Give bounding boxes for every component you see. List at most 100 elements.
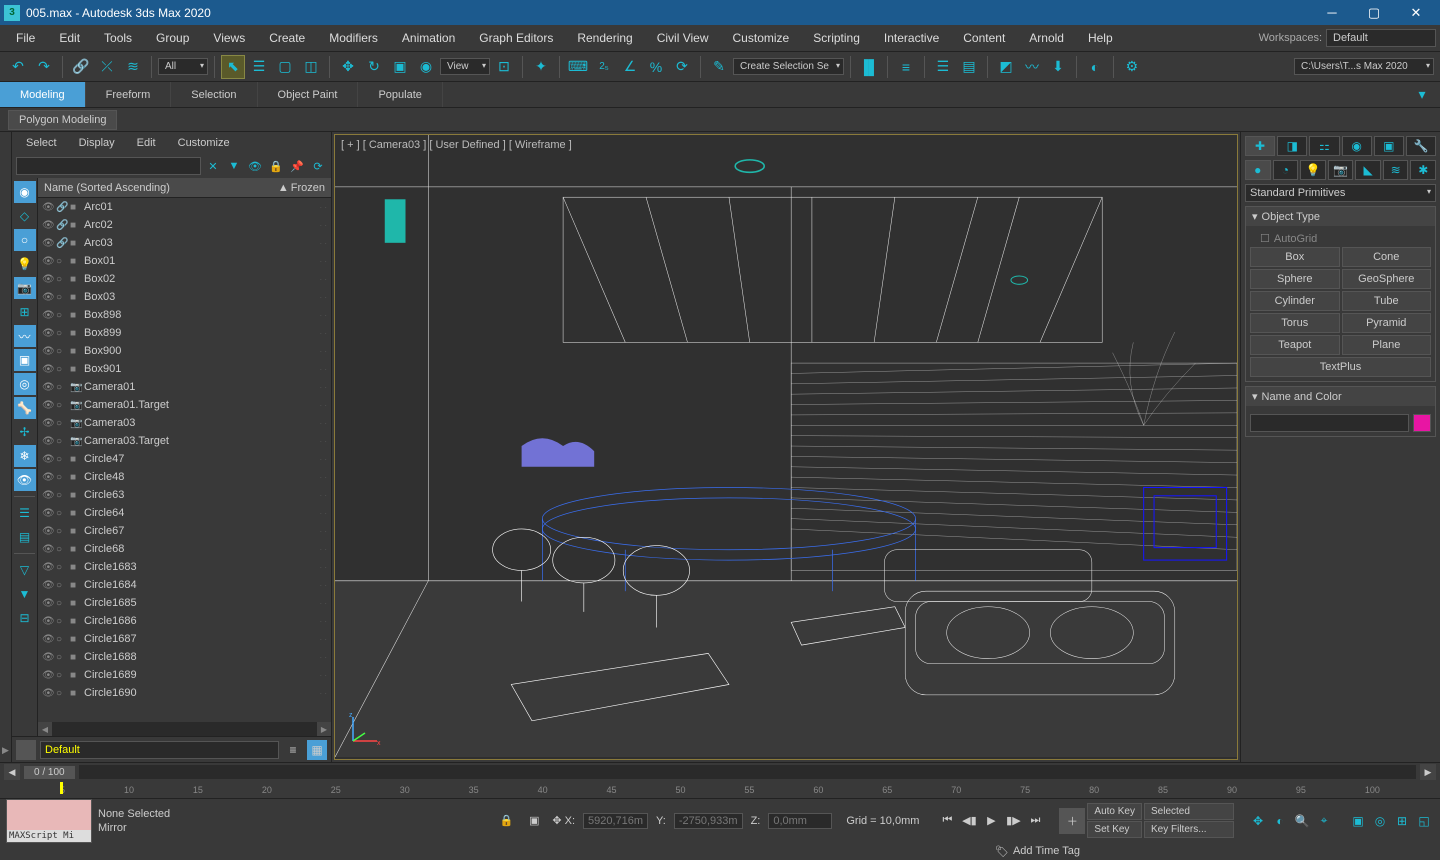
scene-item[interactable]: 👁○■Circle1689· · <box>38 666 331 684</box>
collapse-icon[interactable]: ⊟ <box>14 607 36 629</box>
coord-z[interactable]: 0,0mm <box>768 813 832 829</box>
frozen-column-header[interactable]: Frozen <box>291 182 325 194</box>
object-name-input[interactable] <box>1250 414 1409 432</box>
scene-item[interactable]: 👁○■Box03· · <box>38 288 331 306</box>
helpers-cat-icon[interactable]: ◣ <box>1355 160 1381 180</box>
lock-selection-icon[interactable]: 🔒 <box>496 811 516 831</box>
next-frame-icon[interactable]: ▶ <box>1420 764 1436 780</box>
scene-item[interactable]: 👁○■Box898· · <box>38 306 331 324</box>
undo-icon[interactable]: ↶ <box>6 55 30 79</box>
project-path-dropdown[interactable]: C:\Users\T...s Max 2020 <box>1294 58 1434 75</box>
scene-item[interactable]: 👁🔗■Arc02· · <box>38 216 331 234</box>
lights-cat-icon[interactable]: 💡 <box>1300 160 1326 180</box>
spinner-snap-icon[interactable]: ⟳ <box>670 55 694 79</box>
prim-torus[interactable]: Torus <box>1250 313 1340 333</box>
scene-item[interactable]: 👁○■Circle1686· · <box>38 612 331 630</box>
curve-editor-icon[interactable]: 〰 <box>1020 55 1044 79</box>
scene-item[interactable]: 👁○📷Camera01· · <box>38 378 331 396</box>
scene-item[interactable]: 👁○■Circle64· · <box>38 504 331 522</box>
scene-list-header[interactable]: Name (Sorted Ascending) ▲ Frozen <box>38 178 331 198</box>
prim-plane[interactable]: Plane <box>1342 335 1432 355</box>
clear-search-icon[interactable]: ✕ <box>204 157 222 175</box>
move-icon[interactable]: ✥ <box>336 55 360 79</box>
xrefs-filter-icon[interactable]: ◎ <box>14 373 36 395</box>
scene-item[interactable]: 👁○■Box900· · <box>38 342 331 360</box>
ribbon-tab-object-paint[interactable]: Object Paint <box>258 82 359 107</box>
scene-menu-display[interactable]: Display <box>69 135 125 151</box>
lock-icon[interactable]: 🔒 <box>267 157 285 175</box>
isolate-icon[interactable]: ▣ <box>524 811 544 831</box>
walk-icon[interactable]: ◐ <box>1270 811 1290 831</box>
maxscript-mini[interactable]: MAXScript Mi <box>6 799 92 843</box>
menu-views[interactable]: Views <box>201 27 257 49</box>
prim-tube[interactable]: Tube <box>1342 291 1432 311</box>
scene-menu-edit[interactable]: Edit <box>127 135 166 151</box>
bones-filter-icon[interactable]: 🦴 <box>14 397 36 419</box>
link-icon[interactable]: 🔗 <box>69 55 93 79</box>
scene-item[interactable]: 👁○■Circle48· · <box>38 468 331 486</box>
name-color-rollout[interactable]: ▾ Name and Color <box>1246 387 1435 406</box>
schematic-icon[interactable]: ⬇ <box>1046 55 1070 79</box>
prev-frame-icon[interactable]: ◀ <box>4 764 20 780</box>
lights-filter-icon[interactable]: 💡 <box>14 253 36 275</box>
prim-cylinder[interactable]: Cylinder <box>1250 291 1340 311</box>
scale-icon[interactable]: ▣ <box>388 55 412 79</box>
prim-teapot[interactable]: Teapot <box>1250 335 1340 355</box>
select-object-icon[interactable]: ⬉ <box>221 55 245 79</box>
menu-animation[interactable]: Animation <box>390 27 467 49</box>
menu-group[interactable]: Group <box>144 27 201 49</box>
cameras-filter-icon[interactable]: 📷 <box>14 277 36 299</box>
systems-cat-icon[interactable]: ✱ <box>1410 160 1436 180</box>
prim-box[interactable]: Box <box>1250 247 1340 267</box>
geometry-cat-icon[interactable]: ● <box>1245 160 1271 180</box>
shapes-cat-icon[interactable]: ◔ <box>1273 160 1299 180</box>
create-tab-icon[interactable]: ✚ <box>1245 136 1275 156</box>
menu-graph-editors[interactable]: Graph Editors <box>467 27 565 49</box>
menu-interactive[interactable]: Interactive <box>872 27 951 49</box>
search-input[interactable] <box>16 157 201 175</box>
ribbon-tab-populate[interactable]: Populate <box>358 82 442 107</box>
keyfilters-button[interactable]: Key Filters... <box>1144 821 1234 838</box>
menu-rendering[interactable]: Rendering <box>565 27 644 49</box>
color-swatch[interactable] <box>1413 414 1431 432</box>
object-type-rollout[interactable]: ▾ Object Type <box>1246 207 1435 226</box>
ribbon-tab-selection[interactable]: Selection <box>171 82 257 107</box>
zoom-extents-icon[interactable]: ▣ <box>1348 811 1368 831</box>
set-key-big-icon[interactable]: ＋ <box>1059 808 1085 834</box>
material-editor-icon[interactable]: ◐ <box>1083 55 1107 79</box>
list-mode-icon[interactable]: ☰ <box>14 502 36 524</box>
render-setup-icon[interactable]: ⚙ <box>1120 55 1144 79</box>
ribbon-toggle-icon[interactable]: ◩ <box>994 55 1018 79</box>
scene-item[interactable]: 👁○■Circle63· · <box>38 486 331 504</box>
prev-key-icon[interactable]: ◀▮ <box>959 811 979 831</box>
hierarchy-tab-icon[interactable]: ⚏ <box>1309 136 1339 156</box>
scene-item[interactable]: 👁○■Circle1685· · <box>38 594 331 612</box>
pivot-icon[interactable]: ⊡ <box>492 55 516 79</box>
setkey-button[interactable]: Set Key <box>1087 821 1142 838</box>
viewport-label[interactable]: [ + ] [ Camera03 ] [ User Defined ] [ Wi… <box>341 139 572 151</box>
prim-pyramid[interactable]: Pyramid <box>1342 313 1432 333</box>
prim-geosphere[interactable]: GeoSphere <box>1342 269 1432 289</box>
menu-help[interactable]: Help <box>1076 27 1125 49</box>
pan-icon[interactable]: ✥ <box>1248 811 1268 831</box>
redo-icon[interactable]: ↷ <box>32 55 56 79</box>
mirror-icon[interactable]: ▐▌ <box>857 55 881 79</box>
groups-filter-icon[interactable]: ▣ <box>14 349 36 371</box>
window-crossing-icon[interactable]: ◫ <box>299 55 323 79</box>
scene-item[interactable]: 👁○■Box901· · <box>38 360 331 378</box>
scene-item[interactable]: 👁○■Box02· · <box>38 270 331 288</box>
scene-item[interactable]: 👁○📷Camera03· · <box>38 414 331 432</box>
orbit-icon[interactable]: ◎ <box>1370 811 1390 831</box>
play-icon[interactable]: ▶ <box>981 811 1001 831</box>
select-name-icon[interactable]: ☰ <box>247 55 271 79</box>
prim-textplus[interactable]: TextPlus <box>1250 357 1431 377</box>
max-viewport-icon[interactable]: ◱ <box>1414 811 1434 831</box>
layer-dropdown[interactable]: Default <box>40 741 279 759</box>
edit-selection-icon[interactable]: ✎ <box>707 55 731 79</box>
menu-content[interactable]: Content <box>951 27 1017 49</box>
scene-item[interactable]: 👁○■Box01· · <box>38 252 331 270</box>
rotate-icon[interactable]: ↻ <box>362 55 386 79</box>
display-tab-icon[interactable]: ▣ <box>1374 136 1404 156</box>
close-button[interactable]: ✕ <box>1396 0 1436 25</box>
scene-item[interactable]: 👁🔗■Arc03· · <box>38 234 331 252</box>
